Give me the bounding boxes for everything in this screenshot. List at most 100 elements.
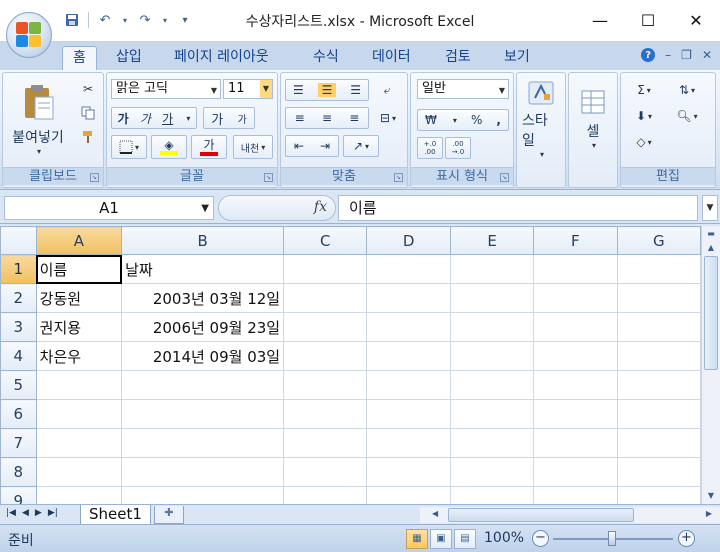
align-right-icon[interactable]: ≡: [349, 111, 359, 125]
row-header[interactable]: 5: [0, 370, 37, 400]
cell[interactable]: [283, 254, 368, 284]
cell[interactable]: [449, 341, 535, 371]
cell[interactable]: [366, 457, 451, 487]
row-header[interactable]: 6: [0, 399, 37, 429]
cell[interactable]: [533, 399, 618, 429]
zoom-level[interactable]: 100%: [484, 530, 524, 546]
cell[interactable]: [449, 312, 535, 342]
align-top-icon[interactable]: ☰: [293, 83, 304, 97]
workbook-minimize-icon[interactable]: –: [665, 48, 671, 62]
cell[interactable]: [121, 370, 285, 400]
vertical-scrollbar[interactable]: ▬ ▲ ▼: [701, 226, 720, 504]
cell[interactable]: [283, 370, 368, 400]
maximize-icon[interactable]: ☐: [624, 0, 672, 40]
cell[interactable]: [533, 312, 618, 342]
cell-b3[interactable]: 2006년 09월 23일: [121, 312, 285, 342]
phonetic-button[interactable]: 내천 ▾: [233, 135, 273, 159]
number-format-select[interactable]: 일반 ▼: [417, 79, 509, 99]
cell-a4[interactable]: 차은우: [35, 341, 123, 371]
row-header[interactable]: 3: [0, 312, 37, 342]
cell[interactable]: [283, 486, 368, 504]
cell[interactable]: [283, 312, 368, 342]
styles-button[interactable]: 스타일 ▾: [521, 77, 561, 161]
paste-button[interactable]: 붙여넣기 ▾: [7, 77, 69, 161]
cell[interactable]: [449, 283, 535, 313]
chevron-down-icon[interactable]: ▼: [201, 198, 209, 220]
font-color-button[interactable]: 가: [191, 135, 227, 159]
column-header[interactable]: D: [366, 226, 451, 255]
tab-page-layout[interactable]: 페이지 레이아웃: [164, 46, 279, 70]
cell[interactable]: [35, 457, 123, 487]
find-select-icon[interactable]: 🔍︎ ▾: [667, 105, 707, 127]
workbook-restore-icon[interactable]: ❐: [681, 48, 692, 62]
row-header[interactable]: 8: [0, 457, 37, 487]
cell-a1[interactable]: 이름: [35, 254, 123, 284]
cell[interactable]: [616, 370, 701, 400]
cell[interactable]: [366, 341, 451, 371]
close-icon[interactable]: ✕: [672, 0, 720, 40]
cell[interactable]: [35, 370, 123, 400]
cell[interactable]: [121, 486, 285, 504]
cell[interactable]: [533, 254, 618, 284]
minimize-icon[interactable]: —: [576, 0, 624, 40]
decrease-decimal-button[interactable]: .00 →.0: [445, 137, 471, 159]
tab-formulas[interactable]: 수식: [303, 46, 349, 70]
underline-button[interactable]: 가: [162, 110, 173, 127]
clipboard-launcher-icon[interactable]: ↘: [90, 173, 99, 182]
select-all-corner[interactable]: [0, 226, 37, 255]
copy-icon[interactable]: [77, 103, 99, 123]
borders-button[interactable]: ▾: [111, 135, 147, 159]
cell[interactable]: [35, 399, 123, 429]
column-header[interactable]: B: [121, 226, 285, 255]
next-sheet-icon[interactable]: ▶: [35, 508, 42, 518]
cell[interactable]: [366, 283, 451, 313]
cell[interactable]: [283, 341, 368, 371]
worksheet-grid[interactable]: A B C D E F G 1 이름 날짜 2 강동원 2003년 03월 12…: [0, 226, 701, 504]
font-size-select[interactable]: 11 ▼: [223, 79, 273, 99]
sheet-tab-sheet1[interactable]: Sheet1: [80, 505, 151, 525]
increase-indent-icon[interactable]: ⇥: [320, 139, 330, 153]
cell[interactable]: [366, 370, 451, 400]
zoom-out-icon[interactable]: −: [532, 530, 549, 547]
cell[interactable]: [616, 254, 701, 284]
align-bottom-icon[interactable]: ☰: [350, 83, 361, 97]
cell[interactable]: [366, 486, 451, 504]
column-header[interactable]: G: [616, 226, 701, 255]
increase-decimal-button[interactable]: +.0 .00: [417, 137, 443, 159]
cell[interactable]: [121, 428, 285, 458]
fill-icon[interactable]: ⬇ ▾: [627, 105, 661, 127]
italic-button[interactable]: 가: [140, 110, 151, 127]
align-left-icon[interactable]: ≡: [295, 111, 305, 125]
prev-sheet-icon[interactable]: ◀: [22, 508, 29, 518]
cell[interactable]: [533, 283, 618, 313]
cell[interactable]: [283, 283, 368, 313]
cell-b2[interactable]: 2003년 03월 12일: [121, 283, 285, 313]
bold-button[interactable]: 가: [118, 110, 129, 127]
horizontal-scrollbar[interactable]: ◀ ▶: [420, 507, 720, 523]
font-name-select[interactable]: 맑은 고딕 ▼: [111, 79, 221, 99]
currency-dropdown-icon[interactable]: ▾: [453, 116, 457, 125]
row-header[interactable]: 7: [0, 428, 37, 458]
tab-data[interactable]: 데이터: [362, 46, 421, 70]
cell[interactable]: [449, 254, 535, 284]
cell[interactable]: [366, 428, 451, 458]
insert-sheet-icon[interactable]: ✚: [154, 506, 184, 524]
cell[interactable]: [616, 341, 701, 371]
cell[interactable]: [533, 486, 618, 504]
cell[interactable]: [366, 254, 451, 284]
cell-b1[interactable]: 날짜: [121, 254, 285, 284]
grow-font-button[interactable]: 가: [211, 109, 223, 128]
autosum-icon[interactable]: Σ ▾: [627, 79, 661, 101]
cell-b4[interactable]: 2014년 09월 03일: [121, 341, 285, 371]
cell[interactable]: [533, 370, 618, 400]
sort-filter-icon[interactable]: ⇅ ▾: [667, 79, 707, 101]
percent-button[interactable]: %: [471, 113, 482, 127]
cell[interactable]: [616, 428, 701, 458]
decrease-indent-icon[interactable]: ⇤: [294, 139, 304, 153]
help-icon[interactable]: ?: [641, 48, 656, 62]
normal-view-icon[interactable]: ▦: [406, 529, 428, 549]
first-sheet-icon[interactable]: |◀: [6, 508, 16, 518]
cell-a3[interactable]: 권지용: [35, 312, 123, 342]
cell[interactable]: [533, 457, 618, 487]
scroll-right-icon[interactable]: ▶: [706, 509, 712, 518]
